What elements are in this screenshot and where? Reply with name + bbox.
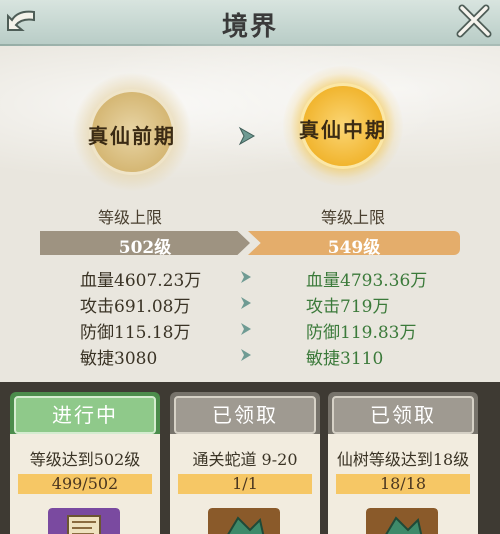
task-status-button[interactable]: 已领取 bbox=[332, 396, 474, 434]
current-realm-label: 真仙前期 bbox=[88, 124, 176, 148]
next-level-cap: 549级 bbox=[327, 238, 381, 258]
arrow-right-icon bbox=[241, 271, 251, 283]
stat-defense-next: 防御119.83万 bbox=[306, 323, 417, 343]
stat-hp-current: 血量4607.23万 bbox=[80, 271, 202, 291]
page-title: 境界 bbox=[221, 12, 278, 42]
arrow-right-icon bbox=[241, 349, 251, 361]
stat-defense-current: 防御115.18万 bbox=[80, 323, 191, 343]
task-body: 通关蛇道 9-20 1/1 bbox=[170, 434, 320, 534]
next-level-cap-bar: 549级 bbox=[248, 231, 460, 255]
task-card-1[interactable]: 进行中 等级达到502级 499/502 bbox=[10, 392, 160, 534]
level-cap-caption-right: 等级上限 bbox=[321, 208, 386, 227]
stat-agility-next: 敏捷3110 bbox=[306, 349, 384, 369]
task-description: 等级达到502级 bbox=[29, 450, 141, 469]
task-progress: 18/18 bbox=[336, 474, 470, 494]
task-description: 仙树等级达到18级 bbox=[336, 450, 470, 469]
stat-agility-current: 敏捷3080 bbox=[80, 349, 158, 369]
current-level-cap: 502级 bbox=[118, 238, 172, 258]
header-bar: 境界 bbox=[0, 0, 500, 46]
task-status-button[interactable]: 已领取 bbox=[174, 396, 316, 434]
next-realm-label: 真仙中期 bbox=[299, 118, 387, 142]
current-level-cap-bar: 502级 bbox=[40, 231, 250, 255]
task-body: 等级达到502级 499/502 bbox=[10, 434, 160, 534]
close-icon[interactable] bbox=[456, 4, 492, 38]
stat-attack-next: 攻击719万 bbox=[306, 297, 390, 317]
task-description: 通关蛇道 9-20 bbox=[192, 450, 298, 469]
scroll-item-icon[interactable] bbox=[48, 508, 120, 534]
level-cap-caption-left: 等级上限 bbox=[98, 208, 163, 227]
task-card-2[interactable]: 已领取 通关蛇道 9-20 1/1 bbox=[170, 392, 320, 534]
current-realm-orb: 真仙前期 bbox=[72, 72, 192, 192]
task-progress: 1/1 bbox=[178, 474, 312, 494]
arrow-right-icon bbox=[238, 126, 256, 146]
arrow-right-icon bbox=[241, 297, 251, 309]
task-card-3[interactable]: 已领取 仙树等级达到18级 18/18 bbox=[328, 392, 478, 534]
gem-chest-icon[interactable] bbox=[208, 508, 280, 534]
next-realm-orb: 真仙中期 bbox=[283, 66, 403, 186]
stat-hp-next: 血量4793.36万 bbox=[306, 271, 428, 291]
task-status-button[interactable]: 进行中 bbox=[14, 396, 156, 434]
gem-chest-icon[interactable] bbox=[366, 508, 438, 534]
task-progress: 499/502 bbox=[18, 474, 152, 494]
task-body: 仙树等级达到18级 18/18 bbox=[328, 434, 478, 534]
arrow-right-icon bbox=[241, 323, 251, 335]
stat-attack-current: 攻击691.08万 bbox=[80, 297, 191, 317]
